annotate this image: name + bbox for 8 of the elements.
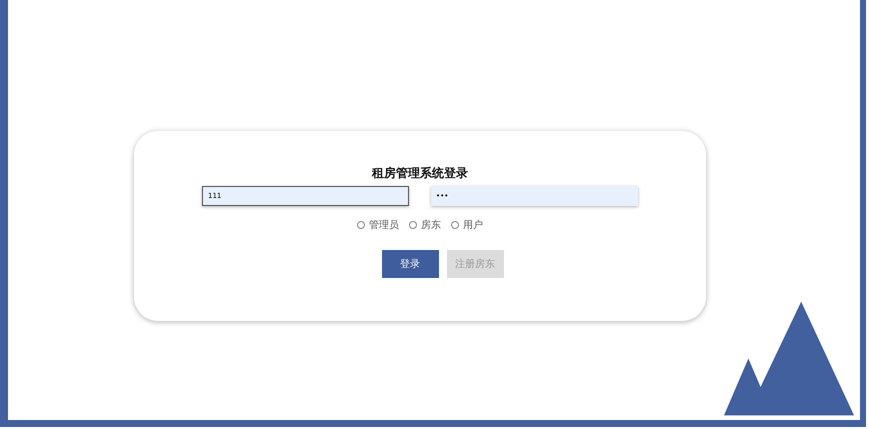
radio-button[interactable] (357, 221, 365, 229)
radio-label: 管理员 (369, 219, 399, 232)
radio-label: 房东 (421, 218, 441, 232)
radio-label: 用户 (463, 218, 483, 232)
radio-button[interactable] (451, 221, 459, 229)
login-title: 租房管理系统登录 (372, 166, 468, 180)
login-button[interactable]: 登录 (382, 250, 438, 278)
radio-button[interactable] (409, 221, 417, 229)
